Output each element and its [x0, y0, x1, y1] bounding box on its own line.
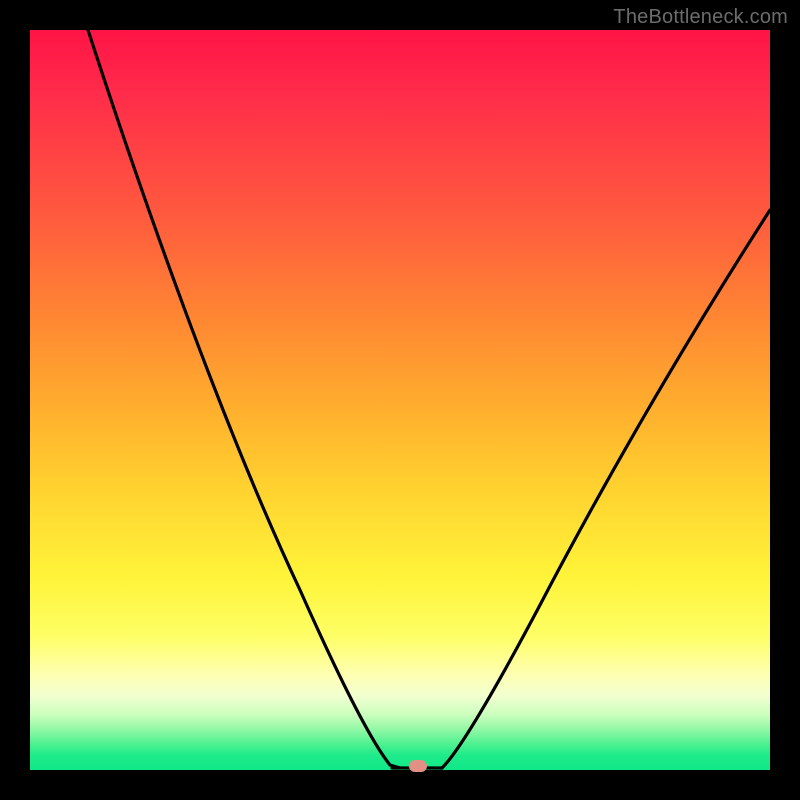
watermark-text: TheBottleneck.com — [613, 6, 788, 29]
optimal-marker — [409, 760, 427, 772]
bottleneck-curve — [30, 30, 770, 770]
plot-area — [30, 30, 770, 770]
chart-frame: TheBottleneck.com — [0, 0, 800, 800]
